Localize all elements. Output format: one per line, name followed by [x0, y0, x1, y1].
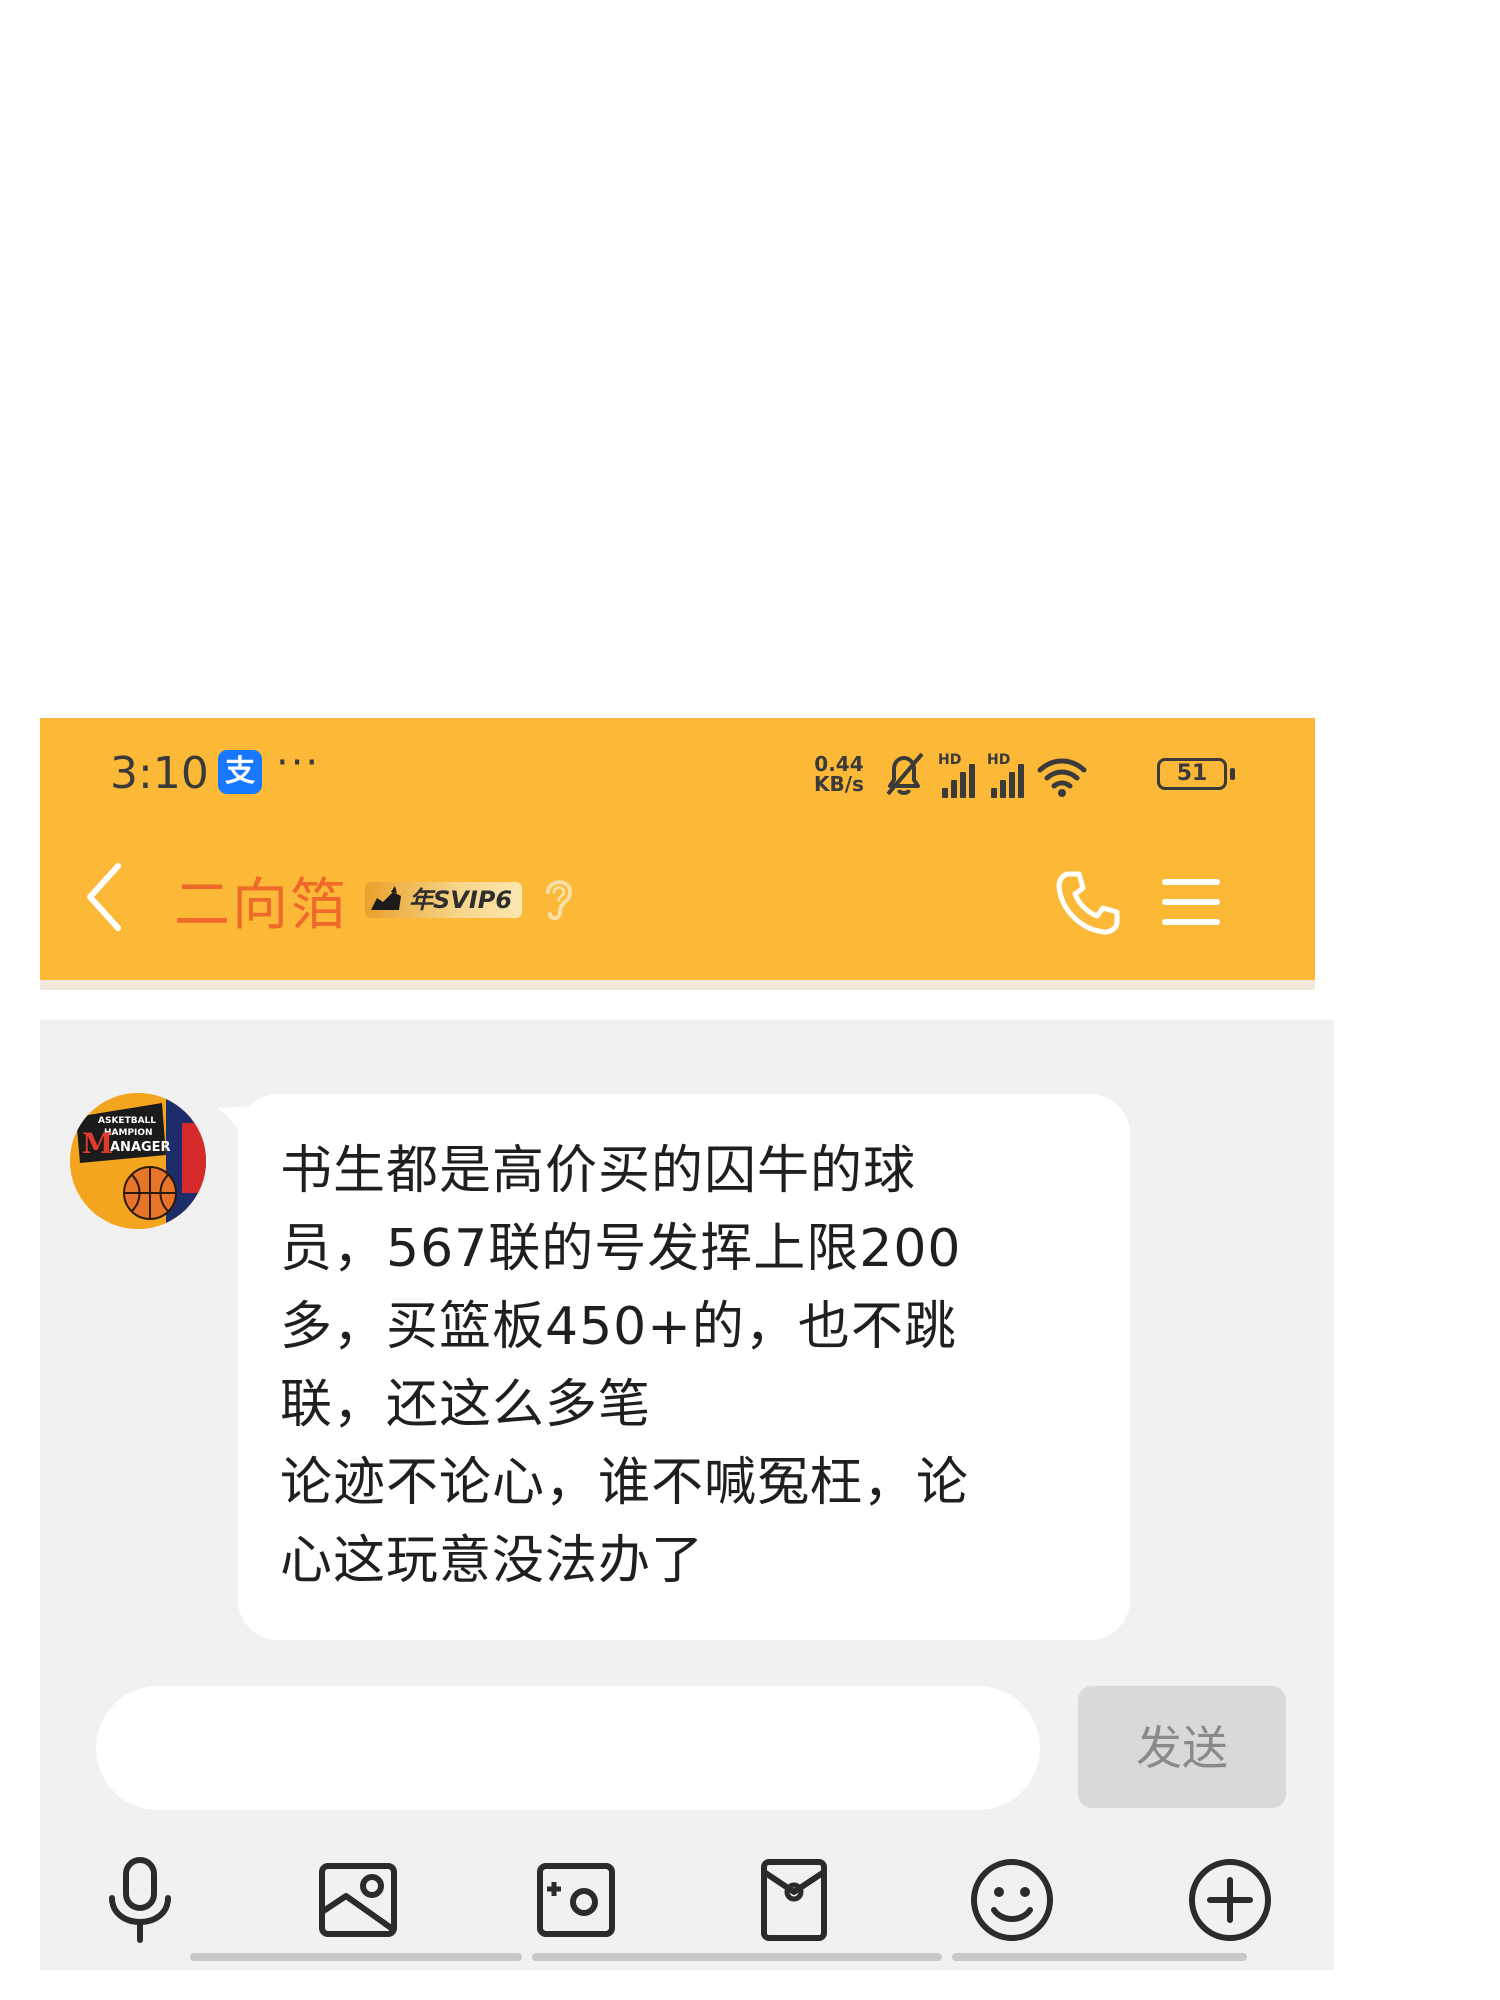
status-time: 3:10: [110, 748, 209, 799]
svip-badge-label: 年SVIP6: [409, 886, 513, 914]
ear-icon[interactable]: [542, 874, 576, 924]
net-speed-unit: KB/s: [814, 772, 864, 796]
message-input[interactable]: [96, 1686, 1040, 1810]
avatar-text-1: ASKETBALL: [98, 1116, 156, 1126]
status-icons: HD HD: [882, 748, 1088, 798]
phone-call-icon[interactable]: [1053, 868, 1123, 938]
battery-icon: 51: [1157, 758, 1227, 790]
avatar-text-3: ANAGER: [110, 1140, 171, 1155]
chat-area: ASKETBALL HAMPION M ANAGER 书生都是高价买的囚牛的球 …: [40, 1020, 1334, 1970]
svip-cat-icon: [371, 886, 401, 910]
camera-icon[interactable]: [528, 1852, 624, 1948]
svg-text:M: M: [82, 1127, 113, 1160]
header-divider: [40, 980, 1315, 990]
send-button[interactable]: 发送: [1078, 1686, 1286, 1808]
picture-icon[interactable]: [310, 1852, 406, 1948]
menu-icon[interactable]: [1162, 878, 1220, 926]
plus-icon[interactable]: [1182, 1852, 1278, 1948]
toolbar-indicator: [190, 1953, 1290, 1963]
red-packet-icon[interactable]: [746, 1852, 842, 1948]
battery-tip: [1230, 768, 1235, 780]
wifi-icon: [1036, 754, 1088, 798]
emoji-icon[interactable]: [964, 1852, 1060, 1948]
back-icon[interactable]: [84, 862, 124, 932]
contact-avatar[interactable]: ASKETBALL HAMPION M ANAGER: [70, 1093, 206, 1229]
chat-screen: 3:10 支 ··· 0.44 KB/s HD HD 51 二向箔 年SVIP6…: [40, 718, 1334, 1970]
alipay-icon: 支: [218, 750, 262, 794]
message-text: 书生都是高价买的囚牛的球 员，567联的号发挥上限200 多，买篮板450+的，…: [280, 1141, 970, 1591]
net-speed: 0.44 KB/s: [814, 754, 864, 794]
signal-1-label: HD: [938, 752, 962, 768]
input-toolbar: [40, 1852, 1334, 1948]
bell-mute-icon: [882, 750, 926, 798]
microphone-icon[interactable]: [92, 1852, 188, 1948]
signal-2-icon: HD: [987, 752, 1024, 798]
net-speed-value: 0.44: [814, 752, 864, 776]
signal-2-label: HD: [987, 752, 1011, 768]
signal-1-icon: HD: [938, 752, 975, 798]
svip-badge[interactable]: 年SVIP6: [365, 882, 523, 918]
contact-name[interactable]: 二向箔: [174, 860, 348, 941]
header-bar: 3:10 支 ··· 0.44 KB/s HD HD 51 二向箔 年SVIP6: [40, 718, 1315, 980]
message-bubble[interactable]: 书生都是高价买的囚牛的球 员，567联的号发挥上限200 多，买篮板450+的，…: [238, 1094, 1130, 1640]
status-more-icon: ···: [276, 740, 321, 786]
